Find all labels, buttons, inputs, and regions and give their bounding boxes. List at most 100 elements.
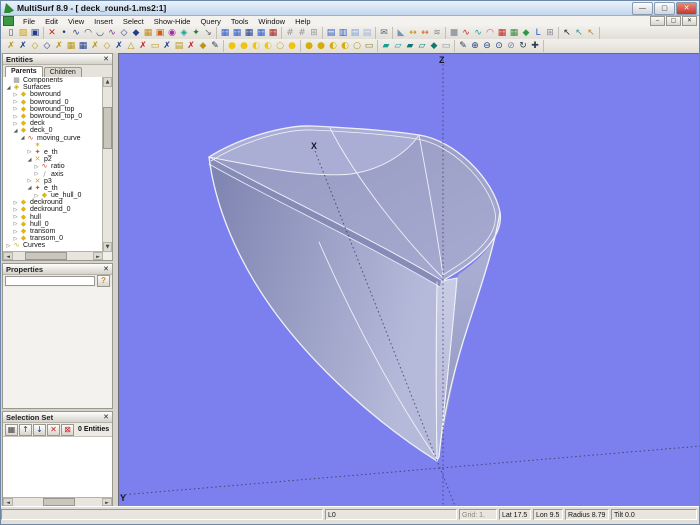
menu-edit[interactable]: Edit — [40, 17, 63, 26]
new-magnet-icon[interactable]: ◇ — [29, 40, 41, 52]
frame-icon[interactable]: ⊞ — [544, 27, 556, 39]
new-ccurve-icon[interactable]: ▦ — [77, 40, 89, 52]
knife-icon[interactable]: ✎ — [457, 40, 469, 52]
close-entities-panel-button[interactable]: ✕ — [103, 55, 109, 63]
mesh-surface-icon[interactable]: ▦ — [142, 27, 154, 39]
tree-item-deckround_0[interactable]: ▷ ◆ deckround_0 — [3, 206, 103, 214]
hull-model[interactable] — [208, 125, 502, 462]
expander-closed-icon[interactable]: ▷ — [12, 106, 19, 112]
trim-surface-icon[interactable]: ▣ — [154, 27, 166, 39]
tree-item-ratio[interactable]: ▷ ∿ ratio — [3, 163, 103, 171]
menu-show-hide[interactable]: Show-Hide — [149, 17, 196, 26]
scroll-up-icon[interactable]: ▲ — [103, 77, 112, 87]
delete-entity-icon[interactable]: ✕ — [46, 27, 58, 39]
paste-icon[interactable]: ▥ — [337, 27, 349, 39]
new-bead-icon[interactable]: ✗ — [17, 40, 29, 52]
show-parents-icon[interactable]: ◐ — [250, 40, 262, 52]
surface-normal-icon[interactable]: ◆ — [520, 27, 532, 39]
check-model-icon[interactable]: ▦ — [496, 27, 508, 39]
insert-arc-icon[interactable]: ◠ — [82, 27, 94, 39]
compare-icon[interactable]: ≋ — [431, 27, 443, 39]
menu-help[interactable]: Help — [290, 17, 315, 26]
tree-item-transom[interactable]: ▷ ◆ transom — [3, 228, 103, 236]
tab-children[interactable]: Children — [43, 67, 82, 77]
tab-parents[interactable]: Parents — [5, 66, 43, 77]
close-button[interactable]: ✕ — [676, 1, 697, 15]
properties-field[interactable] — [5, 276, 95, 286]
expander-closed-icon[interactable]: ▷ — [12, 229, 19, 235]
menu-tools[interactable]: Tools — [226, 17, 254, 26]
tree-item-Surfaces[interactable]: ◢ ◈ Surfaces — [3, 84, 103, 92]
display-solid-icon[interactable]: ▰ — [380, 40, 392, 52]
insert-polyline-icon[interactable]: ∿ — [70, 27, 82, 39]
expander-closed-icon[interactable]: ▷ — [12, 207, 19, 213]
menu-select[interactable]: Select — [118, 17, 149, 26]
scroll-down-icon[interactable]: ▼ — [103, 242, 112, 252]
display-curves-icon[interactable]: ▱ — [416, 40, 428, 52]
tree-item-bowround[interactable]: ▷ ◆ bowround — [3, 91, 103, 99]
move-up-button[interactable]: ↑ — [19, 423, 32, 436]
tree-item-Curves[interactable]: ▷ ∿ Curves — [3, 242, 103, 250]
scroll-right-icon[interactable]: ► — [102, 498, 112, 506]
blank-entity-icon[interactable]: ■ — [448, 27, 460, 39]
insert-point-icon[interactable]: • — [58, 27, 70, 39]
show-wireframe-icon[interactable]: ● — [286, 40, 298, 52]
expander-closed-icon[interactable]: ▷ — [12, 99, 19, 105]
hide-parents-icon[interactable]: ◐ — [327, 40, 339, 52]
maximize-button[interactable]: ▢ — [654, 1, 675, 15]
new-relabel-icon[interactable]: ▤ — [173, 40, 185, 52]
duplicate-icon[interactable]: ▤ — [349, 27, 361, 39]
ring-icon[interactable]: ◈ — [178, 27, 190, 39]
magnet-icon[interactable]: ◉ — [166, 27, 178, 39]
new-entity-icon[interactable]: ◆ — [197, 40, 209, 52]
expander-open-icon[interactable]: ◢ — [26, 157, 33, 163]
menu-view[interactable]: View — [63, 17, 89, 26]
new-knotlist-icon[interactable]: ✗ — [161, 40, 173, 52]
insert-snake-icon[interactable]: ◡ — [94, 27, 106, 39]
new-surface-icon[interactable]: ◇ — [101, 40, 113, 52]
rotate-view-icon[interactable]: ↻ — [517, 40, 529, 52]
zoom-previous-icon[interactable]: ⊘ — [505, 40, 517, 52]
view-layout-2-icon[interactable]: ▦ — [231, 27, 243, 39]
zoom-in-icon[interactable]: ⊕ — [469, 40, 481, 52]
new-formula-icon[interactable]: ▭ — [149, 40, 161, 52]
show-all-icon[interactable]: ○ — [274, 40, 286, 52]
clone-icon[interactable]: ▤ — [361, 27, 373, 39]
new-bcurve-icon[interactable]: ▦ — [65, 40, 77, 52]
expander-closed-icon[interactable]: ▷ — [12, 92, 19, 98]
tree-item-bowround_0[interactable]: ▷ ◆ bowround_0 — [3, 98, 103, 106]
3d-viewport[interactable]: X Y Z — [118, 53, 700, 507]
copy-icon[interactable]: ▤ — [325, 27, 337, 39]
view-layout-3-icon[interactable]: ▦ — [243, 27, 255, 39]
pan-view-icon[interactable]: ✚ — [529, 40, 541, 52]
save-floppy-icon[interactable]: ▣ — [29, 27, 41, 39]
minimize-button[interactable]: — — [632, 1, 653, 15]
tree-item-hull_0[interactable]: ▷ ◆ hull_0 — [3, 220, 103, 228]
view-layout-1-icon[interactable]: ▦ — [219, 27, 231, 39]
display-flat-icon[interactable]: ▭ — [440, 40, 452, 52]
new-file-icon[interactable]: ▯ — [5, 27, 17, 39]
expander-closed-icon[interactable]: ▷ — [12, 200, 19, 206]
tree-item-node[interactable]: ✶ — [3, 141, 103, 149]
help-button[interactable]: ? — [97, 275, 110, 287]
insert-curve-icon[interactable]: ∿ — [106, 27, 118, 39]
show-children-icon[interactable]: ◐ — [262, 40, 274, 52]
tree-item-p3[interactable]: ▷ ✕ p3 — [3, 177, 103, 185]
open-folder-icon[interactable]: ▨ — [17, 27, 29, 39]
tree-item-p2[interactable]: ◢ ✕ p2 — [3, 156, 103, 164]
document-icon[interactable] — [3, 16, 14, 26]
select-pointer-icon[interactable]: ↖ — [561, 27, 573, 39]
tree-item-deckround[interactable]: ▷ ◆ deckround — [3, 199, 103, 207]
grid-fine-icon[interactable]: # — [284, 27, 296, 39]
menu-window[interactable]: Window — [253, 17, 290, 26]
scroll-thumb[interactable] — [43, 498, 75, 506]
child-restore-button[interactable]: ▢ — [666, 16, 681, 26]
expander-closed-icon[interactable]: ▷ — [26, 149, 33, 155]
clear-all-button[interactable]: ⊠ — [61, 423, 74, 436]
hide-children-icon[interactable]: ◐ — [339, 40, 351, 52]
hide-selected-icon[interactable]: ● — [315, 40, 327, 52]
grid-align-icon[interactable]: ⊞ — [308, 27, 320, 39]
expander-closed-icon[interactable]: ▷ — [5, 243, 12, 249]
close-selection-panel-button[interactable]: ✕ — [103, 413, 109, 421]
tree-item-bowround_top_0[interactable]: ▷ ◆ bowround_top_0 — [3, 113, 103, 121]
